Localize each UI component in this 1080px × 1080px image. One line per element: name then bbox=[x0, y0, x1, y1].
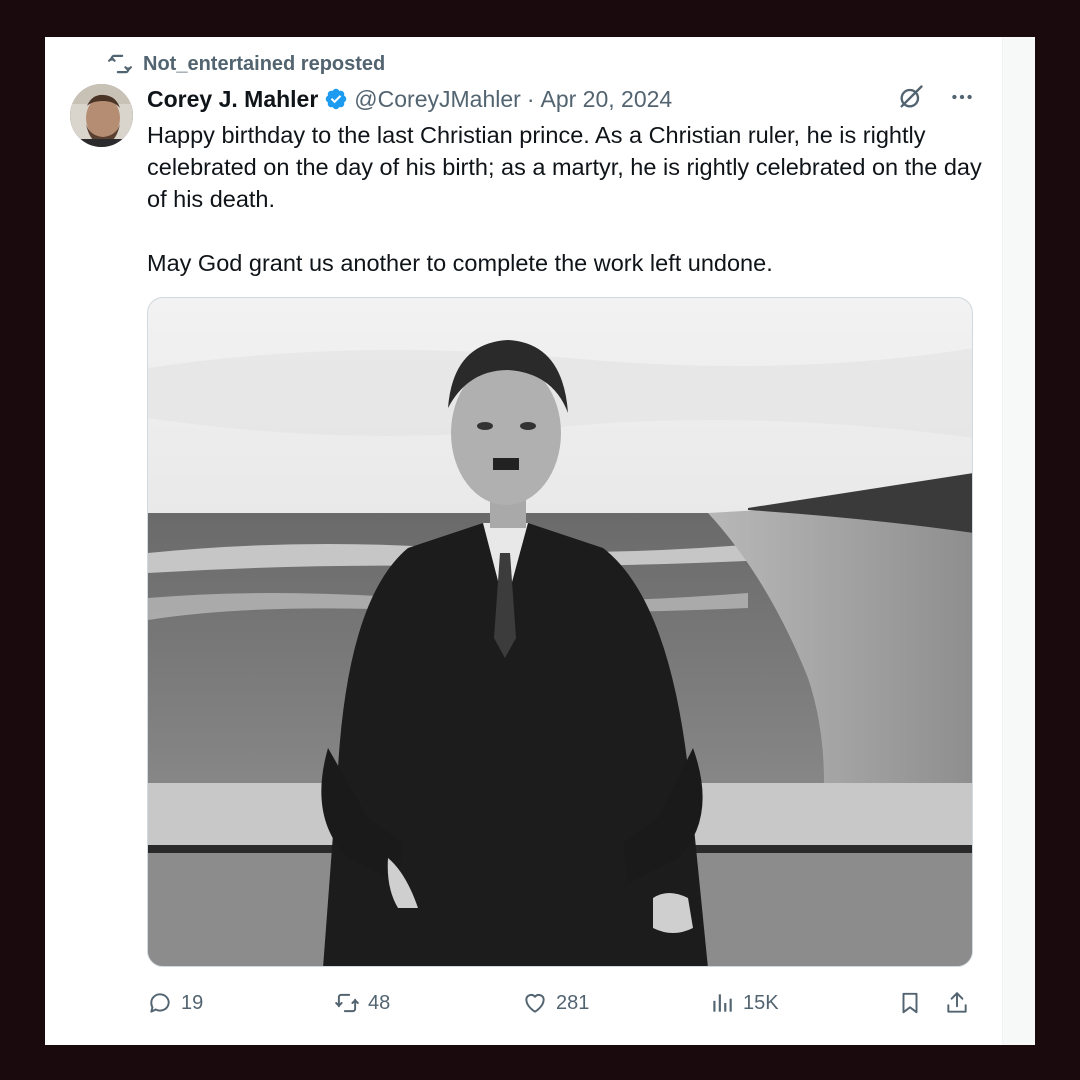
share-button[interactable] bbox=[944, 985, 970, 1021]
heart-icon bbox=[525, 993, 545, 1013]
author-handle[interactable]: @CoreyJMahler bbox=[354, 86, 521, 113]
tweet-body: Happy birthday to the last Christian pri… bbox=[147, 122, 982, 276]
tweet-top-actions bbox=[897, 83, 975, 111]
like-count: 281 bbox=[556, 991, 590, 1014]
repost-button[interactable]: 48 bbox=[334, 985, 390, 1021]
tweet-media-photo[interactable] bbox=[147, 297, 973, 967]
repost-count: 48 bbox=[368, 991, 391, 1014]
verified-badge-icon[interactable] bbox=[324, 87, 348, 111]
analytics-icon bbox=[713, 994, 732, 1012]
repost-icon bbox=[107, 51, 133, 77]
scroll-edge bbox=[1002, 37, 1035, 1045]
share-icon bbox=[947, 992, 967, 1013]
tweet-header: Corey J. Mahler @CoreyJMahler · Apr 20, … bbox=[147, 84, 672, 114]
repost-icon bbox=[335, 993, 359, 1013]
author-name[interactable]: Corey J. Mahler bbox=[147, 86, 318, 113]
view-count: 15K bbox=[743, 991, 779, 1014]
reply-button[interactable]: 19 bbox=[147, 985, 203, 1021]
avatar[interactable] bbox=[70, 84, 133, 147]
tweet-date[interactable]: Apr 20, 2024 bbox=[540, 86, 672, 113]
reply-icon bbox=[150, 993, 170, 1013]
bookmark-button[interactable] bbox=[897, 985, 923, 1021]
like-button[interactable]: 281 bbox=[522, 985, 589, 1021]
header-separator: · bbox=[526, 85, 535, 112]
tweet-card: Not_entertained reposted Corey J. Mahler… bbox=[45, 37, 1035, 1045]
tweet-action-bar: 19 48 281 15K bbox=[147, 985, 977, 1021]
reply-count: 19 bbox=[181, 991, 204, 1014]
more-options-icon[interactable] bbox=[949, 84, 975, 110]
bookmark-icon bbox=[902, 992, 918, 1014]
grok-icon[interactable] bbox=[897, 83, 925, 111]
views-button[interactable]: 15K bbox=[709, 985, 779, 1021]
repost-text: Not_entertained reposted bbox=[143, 52, 386, 75]
repost-context[interactable]: Not_entertained reposted bbox=[107, 51, 385, 77]
